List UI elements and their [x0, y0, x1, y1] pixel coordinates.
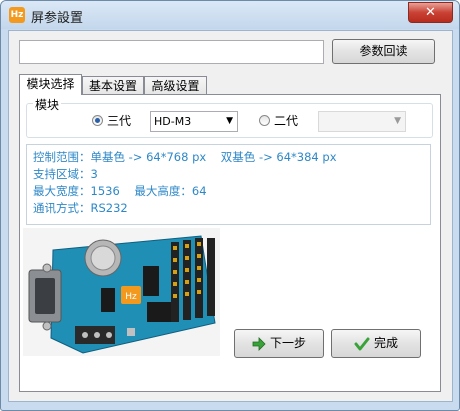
- svg-text:Hz: Hz: [125, 292, 137, 302]
- gen2-model-select[interactable]: ▼: [318, 111, 406, 132]
- tab-basic-settings[interactable]: 基本设置: [82, 76, 144, 94]
- next-button[interactable]: 下一步: [234, 329, 324, 358]
- gen2-label[interactable]: 二代: [274, 112, 298, 129]
- settings-window: Hz 屏参設置 ✕ 参数回读 模块选择 基本设置 高级设置 模块 三代 HD-M…: [0, 0, 460, 411]
- window-title: 屏参設置: [31, 11, 84, 26]
- module-select-panel: 模块 三代 HD-M3 ▼ 二代 ▼ 控制范围：单基色 -> 64*768 px…: [19, 94, 441, 392]
- controller-board-icon: Hz: [23, 228, 220, 356]
- tab-module-select[interactable]: 模块选择: [19, 74, 82, 95]
- module-group-label: 模块: [33, 96, 62, 113]
- gen3-radio[interactable]: [92, 115, 103, 126]
- gen3-model-value: HD-M3: [154, 115, 192, 128]
- module-info-box: 控制范围：单基色 -> 64*768 px 双基色 -> 64*384 px 支…: [26, 144, 431, 225]
- info-region-count: 支持区域：3: [33, 167, 98, 181]
- tab-advanced-settings[interactable]: 高级设置: [144, 76, 207, 94]
- controller-board-image: Hz: [23, 228, 220, 356]
- chevron-down-icon: ▼: [394, 116, 401, 126]
- info-max-size: 最大宽度：1536 最大高度：64: [33, 184, 207, 198]
- app-icon: Hz: [9, 7, 25, 23]
- chevron-down-icon: ▼: [226, 116, 233, 126]
- gen3-model-select[interactable]: HD-M3 ▼: [150, 111, 238, 132]
- device-info-field[interactable]: [19, 40, 324, 64]
- readback-button[interactable]: 参数回读: [332, 39, 435, 64]
- checkmark-icon: [354, 337, 370, 350]
- title-bar: Hz 屏参設置 ✕: [1, 1, 459, 29]
- right-arrow-icon: [252, 336, 266, 351]
- close-button[interactable]: ✕: [408, 2, 453, 23]
- module-group: 模块 三代 HD-M3 ▼ 二代 ▼: [26, 96, 433, 138]
- gen2-radio[interactable]: [259, 115, 270, 126]
- client-area: 参数回读 模块选择 基本设置 高级设置 模块 三代 HD-M3 ▼ 二代 ▼ 控…: [8, 30, 453, 402]
- finish-button[interactable]: 完成: [331, 329, 421, 358]
- next-label: 下一步: [269, 336, 306, 350]
- info-control-range: 控制范围：单基色 -> 64*768 px 双基色 -> 64*384 px: [33, 150, 337, 164]
- finish-label: 完成: [373, 336, 398, 350]
- gen3-label[interactable]: 三代: [107, 112, 131, 129]
- info-comm-method: 通讯方式：RS232: [33, 201, 128, 215]
